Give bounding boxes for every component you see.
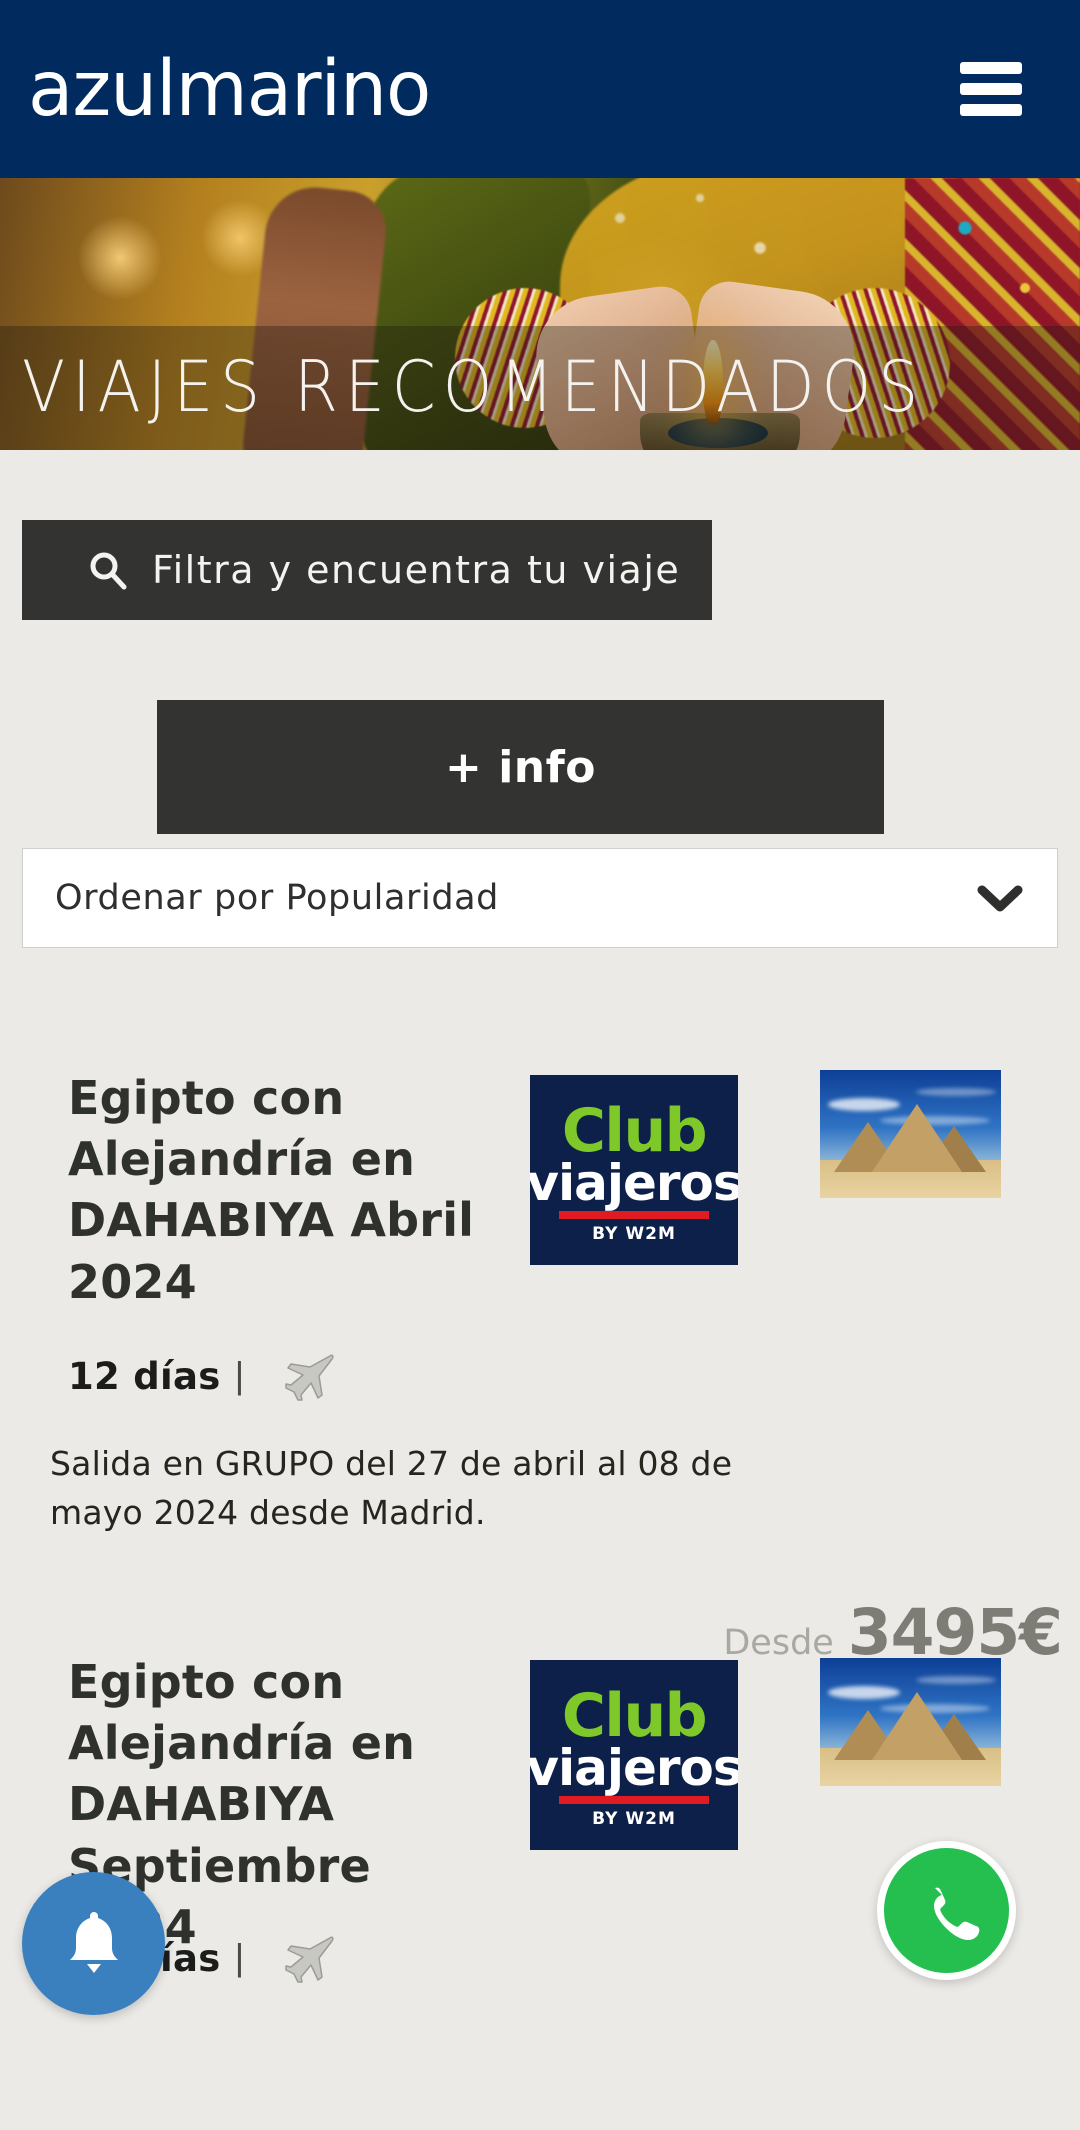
partner-logo-by: BY W2M	[592, 1223, 676, 1244]
hero-banner: VIAJES RECOMENDADOS	[0, 178, 1080, 450]
hamburger-icon[interactable]	[960, 62, 1022, 116]
sort-selected-value: Ordenar por Popularidad	[55, 878, 500, 918]
thumbnail-pyramid	[872, 1692, 962, 1760]
product-meta: 12 días |	[68, 1350, 336, 1402]
hamburger-bar-3	[960, 104, 1022, 116]
site-header: azulmarino	[0, 0, 1080, 178]
bell-icon	[63, 1906, 125, 1981]
partner-logo-club: Club	[561, 1095, 708, 1166]
thumbnail-cloud	[916, 1676, 996, 1684]
price-prefix: Desde	[723, 1623, 834, 1663]
whatsapp-icon	[908, 1869, 986, 1952]
notification-button[interactable]	[22, 1872, 165, 2015]
site-logo[interactable]: azulmarino	[28, 51, 431, 128]
partner-logo-by: BY W2M	[592, 1808, 676, 1829]
hamburger-bar-2	[960, 83, 1022, 95]
search-icon	[88, 550, 128, 590]
meta-separator: |	[234, 1355, 245, 1396]
partner-logo: Club viajeros BY W2M	[530, 1075, 738, 1265]
airplane-icon	[280, 1932, 336, 1984]
filter-bar[interactable]: Filtra y encuentra tu viaje	[22, 520, 712, 620]
product-thumbnail[interactable]	[820, 1658, 1001, 1786]
partner-logo-rule	[559, 1795, 709, 1804]
meta-separator: |	[234, 1937, 245, 1978]
whatsapp-button[interactable]	[877, 1841, 1016, 1980]
more-info-button[interactable]: + info	[157, 700, 884, 834]
product-thumbnail[interactable]	[820, 1070, 1001, 1198]
partner-logo-viajeros: viajeros	[530, 1738, 738, 1797]
partner-logo-viajeros: viajeros	[530, 1153, 738, 1212]
sort-select[interactable]: Ordenar por Popularidad	[22, 848, 1058, 948]
thumbnail-pyramid	[872, 1104, 962, 1172]
hamburger-bar-1	[960, 62, 1022, 74]
thumbnail-cloud	[916, 1088, 996, 1096]
page-title: VIAJES RECOMENDADOS	[22, 346, 926, 428]
partner-logo-club: Club	[561, 1680, 708, 1751]
filter-label: Filtra y encuentra tu viaje	[152, 548, 681, 592]
airplane-icon	[280, 1350, 336, 1402]
partner-logo-rule	[559, 1210, 709, 1219]
product-title[interactable]: Egipto con Alejandría en DAHABIYA Abril …	[68, 1068, 488, 1313]
product-duration: 12 días	[68, 1354, 221, 1398]
partner-logo: Club viajeros BY W2M	[530, 1660, 738, 1850]
product-description: Salida en GRUPO del 27 de abril al 08 de…	[50, 1444, 733, 1532]
more-info-label: + info	[445, 741, 596, 793]
chevron-down-icon[interactable]	[977, 883, 1023, 913]
page-root: azulmarino VIAJES RECOMENDADOS Filtra y …	[0, 0, 1080, 2130]
